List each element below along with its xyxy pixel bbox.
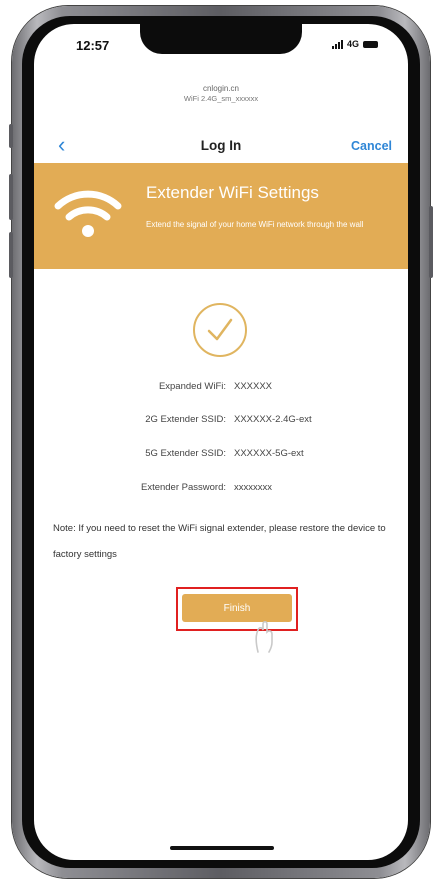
info-label: 2G Extender SSID: — [145, 414, 226, 425]
info-label: 5G Extender SSID: — [145, 448, 226, 459]
reset-note: Note: If you need to reset the WiFi sign… — [53, 523, 386, 560]
info-value: XXXXXX-2.4G-ext — [234, 414, 312, 425]
info-label: Extender Password: — [140, 482, 226, 493]
check-circle-icon — [193, 303, 247, 357]
phone-frame: 12:57 4G cnlogin.cn WiFi 2.4G_sm_xxxxxx … — [9, 6, 433, 878]
info-row-2g-ssid: 2G Extender SSID: XXXXXX-2.4G-ext — [34, 414, 408, 430]
info-label: Expanded WiFi: — [158, 381, 226, 392]
info-row-password: Extender Password: xxxxxxxx — [34, 482, 408, 498]
silent-switch — [9, 124, 13, 148]
info-value: XXXXXX — [234, 381, 273, 392]
cancel-button[interactable]: Cancel — [351, 139, 392, 153]
hand-pointer-icon — [255, 620, 273, 653]
settings-banner: Extender WiFi Settings Extend the signal… — [34, 163, 408, 269]
power-button — [429, 206, 433, 278]
status-time: 12:57 — [76, 38, 110, 53]
network-type: 4G — [346, 39, 359, 49]
info-row-5g-ssid: 5G Extender SSID: XXXXXX-5G-ext — [34, 448, 408, 464]
banner-title: Extender WiFi Settings — [146, 183, 319, 202]
url-ssid: WiFi 2.4G_sm_xxxxxx — [183, 94, 259, 103]
volume-up-button — [9, 174, 13, 220]
info-row-expanded-wifi: Expanded WiFi: XXXXXX — [34, 381, 408, 397]
wifi-icon — [54, 190, 122, 237]
banner-description: Extend the signal of your home WiFi netw… — [146, 220, 364, 229]
nav-bar: ‹ Log In Cancel — [34, 132, 408, 160]
volume-down-button — [9, 232, 13, 278]
battery-icon — [363, 40, 378, 48]
phone-screen: 12:57 4G cnlogin.cn WiFi 2.4G_sm_xxxxxx … — [34, 24, 408, 860]
status-indicators: 4G — [331, 39, 378, 49]
browser-address[interactable]: cnlogin.cn WiFi 2.4G_sm_xxxxxx — [34, 84, 408, 104]
home-indicator — [170, 846, 274, 850]
url-domain: cnlogin.cn — [202, 84, 240, 93]
info-value: XXXXXX-5G-ext — [234, 448, 304, 459]
info-value: xxxxxxxx — [234, 482, 272, 493]
notch — [140, 24, 302, 54]
signal-icon — [331, 39, 343, 49]
